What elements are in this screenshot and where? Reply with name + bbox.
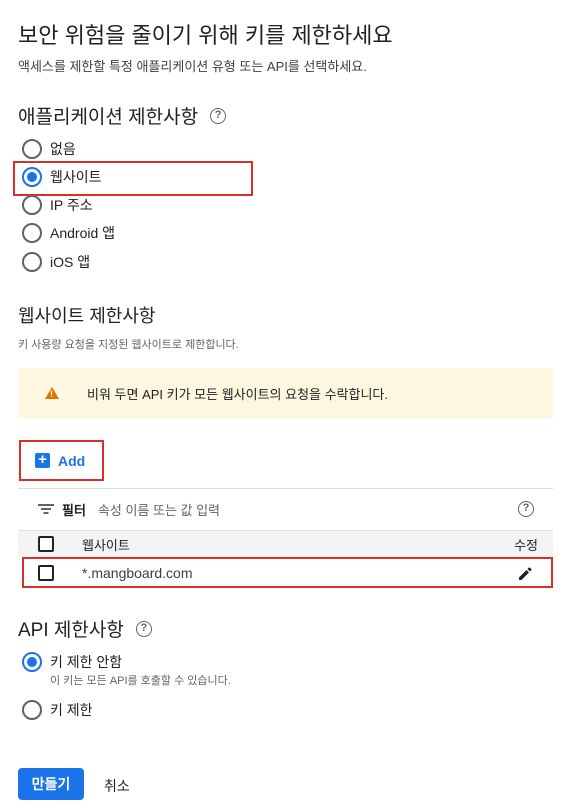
table-row: *.mangboard.com (22, 557, 553, 588)
radio-button-icon[interactable] (22, 139, 42, 159)
radio-button-icon[interactable] (22, 195, 42, 215)
help-circle-icon[interactable]: ? (210, 107, 227, 124)
warning-banner: ! 비워 두면 API 키가 모든 웹사이트의 요청을 수락합니다. (18, 368, 553, 418)
pencil-icon[interactable] (517, 566, 533, 585)
website-cell: *.mangboard.com (82, 564, 193, 581)
page-title: 보안 위험을 줄이기 위해 키를 제한하세요 (18, 23, 393, 48)
radio-label: 웹사이트 (50, 169, 102, 185)
radio-button-icon[interactable] (22, 252, 42, 272)
filter-icon (38, 503, 54, 515)
select-all-checkbox[interactable] (38, 536, 54, 552)
radio-button-selected-icon[interactable] (22, 652, 42, 672)
radio-android[interactable]: Android 앱 (22, 222, 115, 244)
help-circle-icon[interactable]: ? (135, 620, 152, 637)
radio-no-key-restriction[interactable]: 키 제한 안함 (22, 651, 122, 673)
website-restrictions-description: 키 사용량 요청을 지정된 웹사이트로 제한합니다. (18, 339, 239, 351)
table-header-row: 웹사이트 수정 (18, 530, 553, 557)
api-restrictions-title: API 제한사항 (18, 620, 124, 641)
radio-label: IP 주소 (50, 197, 93, 213)
radio-button-icon[interactable] (22, 223, 42, 243)
filter-label: 필터 (62, 502, 86, 518)
column-header-website[interactable]: 웹사이트 (82, 535, 130, 554)
radio-label: iOS 앱 (50, 254, 91, 270)
page-subtitle: 액세스를 제한할 특정 애플리케이션 유형 또는 API를 선택하세요. (18, 59, 367, 74)
radio-none[interactable]: 없음 (22, 138, 76, 160)
cancel-button[interactable]: 취소 (104, 776, 130, 796)
app-restrictions-heading: 애플리케이션 제한사항 ? (18, 102, 227, 129)
radio-button-icon[interactable] (22, 700, 42, 720)
radio-label: Android 앱 (50, 225, 116, 241)
radio-label: 없음 (50, 141, 76, 157)
warning-icon: ! (45, 387, 59, 399)
column-header-edit: 수정 (514, 537, 538, 553)
radio-ios[interactable]: iOS 앱 (22, 251, 90, 273)
radio-label: 키 제한 안함 (50, 654, 123, 670)
radio-website[interactable]: 웹사이트 (22, 166, 102, 188)
radio-sublabel: 이 키는 모든 API를 호출할 수 있습니다. (50, 675, 231, 687)
help-circle-icon[interactable]: ? (518, 501, 534, 517)
row-checkbox[interactable] (38, 564, 54, 581)
add-label: Add (58, 452, 86, 469)
plus-icon: + (35, 452, 50, 468)
api-restrictions-heading: API 제한사항 ? (18, 615, 152, 642)
radio-ip-address[interactable]: IP 주소 (22, 194, 93, 216)
radio-restrict-key[interactable]: 키 제한 (22, 699, 93, 721)
add-website-button[interactable]: + Add (19, 440, 104, 481)
filter-input[interactable]: 속성 이름 또는 값 입력 (98, 500, 220, 519)
warning-text: 비워 두면 API 키가 모든 웹사이트의 요청을 수락합니다. (87, 386, 389, 402)
radio-button-selected-icon[interactable] (22, 167, 42, 187)
create-button[interactable]: 만들기 (18, 768, 84, 800)
radio-label: 키 제한 (50, 702, 93, 718)
filter-bar[interactable]: 필터 속성 이름 또는 값 입력 ? (18, 488, 553, 529)
website-restrictions-heading: 웹사이트 제한사항 (18, 306, 156, 326)
app-restrictions-title: 애플리케이션 제한사항 (18, 107, 199, 128)
